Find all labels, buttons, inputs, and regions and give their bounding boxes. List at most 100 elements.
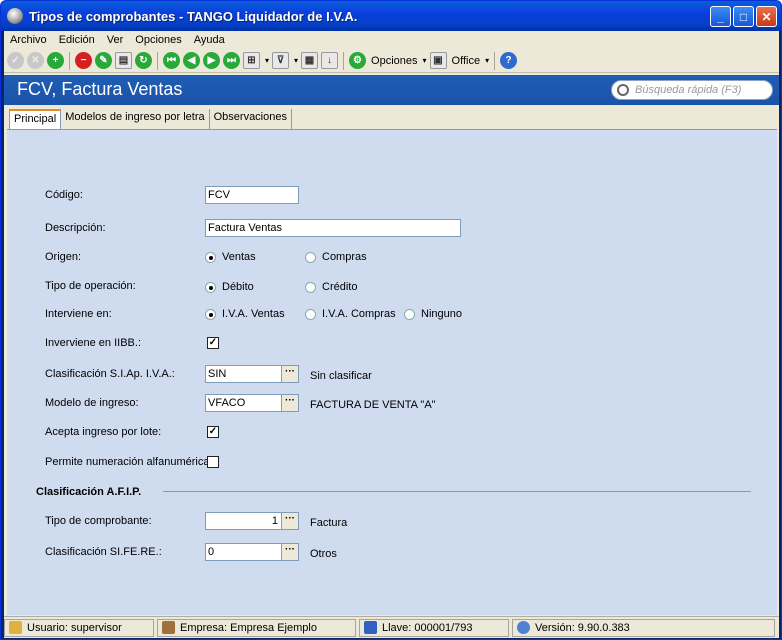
page-title: FCV, Factura Ventas bbox=[17, 79, 183, 99]
previous-record-icon[interactable]: ◀ bbox=[183, 52, 200, 69]
quick-search-input[interactable]: Búsqueda rápida (F3) bbox=[611, 80, 773, 100]
help-icon[interactable]: ? bbox=[500, 52, 518, 69]
tipo-comprobante-value: 1 bbox=[271, 515, 278, 527]
menu-bar: Archivo Edición Ver Opciones Ayuda bbox=[4, 31, 779, 49]
interviene-iva-ventas-radio[interactable]: I.V.A. Ventas bbox=[205, 308, 285, 320]
menu-ayuda[interactable]: Ayuda bbox=[194, 34, 225, 46]
app-window: Tipos de comprobantes - TANGO Liquidador… bbox=[0, 0, 782, 640]
interviene-ninguno-radio[interactable]: Ninguno bbox=[404, 308, 462, 320]
toolbar-separator bbox=[157, 51, 158, 70]
tab-observaciones[interactable]: Observaciones bbox=[209, 109, 292, 129]
last-record-icon[interactable]: ⏭ bbox=[223, 52, 240, 69]
sort-icon[interactable]: ↓ bbox=[321, 52, 339, 69]
status-version: Versión: 9.90.0.383 bbox=[512, 618, 775, 637]
minimize-button[interactable]: _ bbox=[710, 6, 731, 27]
toolbar-separator bbox=[343, 51, 345, 70]
tab-principal[interactable]: Principal bbox=[9, 109, 62, 129]
tipo-credito-radio[interactable]: Crédito bbox=[305, 281, 357, 293]
find-dropdown-icon[interactable]: ▾ bbox=[265, 56, 269, 65]
radio-unselected-icon bbox=[404, 308, 415, 320]
building-icon bbox=[162, 621, 175, 634]
tipo-operacion-label: Tipo de operación: bbox=[45, 280, 136, 292]
iibb-checkbox[interactable]: ✓ bbox=[207, 337, 219, 349]
codigo-label: Código: bbox=[45, 189, 83, 201]
delete-icon[interactable]: − bbox=[75, 52, 92, 69]
options-icon[interactable]: ⚙ bbox=[349, 52, 367, 69]
grid-icon[interactable]: ▦ bbox=[301, 52, 319, 69]
radio-selected-icon bbox=[205, 308, 216, 320]
office-dropdown-icon[interactable]: ▾ bbox=[485, 56, 489, 65]
lote-checkbox[interactable]: ✓ bbox=[207, 426, 219, 438]
title-bar[interactable]: Tipos de comprobantes - TANGO Liquidador… bbox=[1, 1, 781, 31]
status-usuario: Usuario: supervisor bbox=[4, 618, 154, 637]
status-llave-text: Llave: 000001/793 bbox=[382, 621, 473, 634]
alfanumerica-checkbox[interactable] bbox=[207, 456, 219, 468]
section-divider bbox=[163, 491, 751, 492]
modelo-label: Modelo de ingreso: bbox=[45, 397, 139, 409]
radio-unselected-icon bbox=[305, 281, 316, 293]
accept-icon[interactable]: ✓ bbox=[7, 52, 24, 69]
tipo-debito-radio[interactable]: Débito bbox=[205, 281, 254, 293]
radio-label: Débito bbox=[222, 281, 254, 293]
tab-modelos[interactable]: Modelos de ingreso por letra bbox=[61, 109, 210, 129]
close-button[interactable]: ✕ bbox=[756, 6, 777, 27]
radio-unselected-icon bbox=[305, 308, 316, 320]
alfanumerica-label: Permite numeración alfanumérica: bbox=[45, 456, 213, 468]
menu-archivo[interactable]: Archivo bbox=[10, 34, 47, 46]
tab-strip: Principal Modelos de ingreso por letra O… bbox=[9, 109, 292, 129]
refresh-icon[interactable]: ↻ bbox=[135, 52, 152, 69]
radio-label: Crédito bbox=[322, 281, 358, 293]
afip-section-title: Clasificación A.F.I.P. bbox=[36, 486, 142, 498]
find-icon[interactable]: ⊞ bbox=[243, 52, 260, 69]
modelo-browse-button[interactable]: ··· bbox=[281, 395, 298, 411]
tipo-comprobante-description: Factura bbox=[310, 517, 348, 529]
options-dropdown-icon[interactable]: ▾ bbox=[423, 56, 427, 65]
add-icon[interactable]: + bbox=[47, 52, 64, 69]
search-placeholder: Búsqueda rápida (F3) bbox=[635, 84, 742, 96]
descripcion-label: Descripción: bbox=[45, 222, 106, 234]
print-icon[interactable]: ▤ bbox=[115, 52, 132, 69]
menu-ver[interactable]: Ver bbox=[107, 34, 124, 46]
interviene-iva-compras-radio[interactable]: I.V.A. Compras bbox=[305, 308, 396, 320]
edit-icon[interactable]: ✎ bbox=[95, 52, 112, 69]
first-record-icon[interactable]: ⏮ bbox=[163, 52, 180, 69]
radio-selected-icon bbox=[205, 251, 216, 263]
siap-browse-button[interactable]: ··· bbox=[281, 366, 298, 382]
tipo-comprobante-browse-button[interactable]: ··· bbox=[281, 513, 298, 529]
siap-label: Clasificación S.I.Ap. I.V.A.: bbox=[45, 368, 175, 380]
origen-label: Origen: bbox=[45, 251, 82, 263]
sifere-label: Clasificación SI.FE.RE.: bbox=[45, 546, 162, 558]
sifere-description: Otros bbox=[310, 548, 337, 560]
origen-ventas-radio[interactable]: Ventas bbox=[205, 251, 256, 263]
lote-label: Acepta ingreso por lote: bbox=[45, 426, 162, 438]
origen-compras-radio[interactable]: Compras bbox=[305, 251, 367, 263]
info-icon bbox=[517, 621, 530, 634]
menu-opciones[interactable]: Opciones bbox=[135, 34, 181, 46]
maximize-button[interactable]: □ bbox=[733, 6, 754, 27]
iibb-label: Inverviene en IIBB.: bbox=[45, 337, 141, 349]
cancel-icon[interactable]: ✕ bbox=[27, 52, 44, 69]
next-record-icon[interactable]: ▶ bbox=[203, 52, 220, 69]
office-button[interactable]: Office bbox=[452, 55, 481, 67]
user-icon bbox=[9, 621, 22, 634]
menu-edicion[interactable]: Edición bbox=[59, 34, 95, 46]
siap-description: Sin clasificar bbox=[310, 370, 372, 382]
filter-icon[interactable]: ⊽ bbox=[272, 52, 290, 69]
interviene-label: Interviene en: bbox=[45, 308, 112, 320]
codigo-field[interactable]: FCV bbox=[205, 186, 299, 204]
toolbar-separator bbox=[494, 51, 496, 70]
sifere-value: 0 bbox=[208, 546, 215, 558]
modelo-value: VFACO bbox=[208, 397, 246, 409]
filter-dropdown-icon[interactable]: ▾ bbox=[294, 56, 298, 65]
sifere-browse-button[interactable]: ··· bbox=[281, 544, 298, 560]
radio-unselected-icon bbox=[305, 251, 316, 263]
descripcion-field[interactable]: Factura Ventas bbox=[205, 219, 461, 237]
window-title: Tipos de comprobantes - TANGO Liquidador… bbox=[29, 8, 358, 24]
key-icon bbox=[364, 621, 377, 634]
office-icon[interactable]: ▣ bbox=[429, 52, 447, 69]
status-usuario-text: Usuario: supervisor bbox=[27, 621, 122, 634]
options-button[interactable]: Opciones bbox=[371, 55, 417, 67]
modelo-description: FACTURA DE VENTA "A" bbox=[310, 399, 436, 411]
status-empresa: Empresa: Empresa Ejemplo bbox=[157, 618, 356, 637]
form-panel: Código: FCV Descripción: Factura Ventas … bbox=[7, 129, 777, 615]
